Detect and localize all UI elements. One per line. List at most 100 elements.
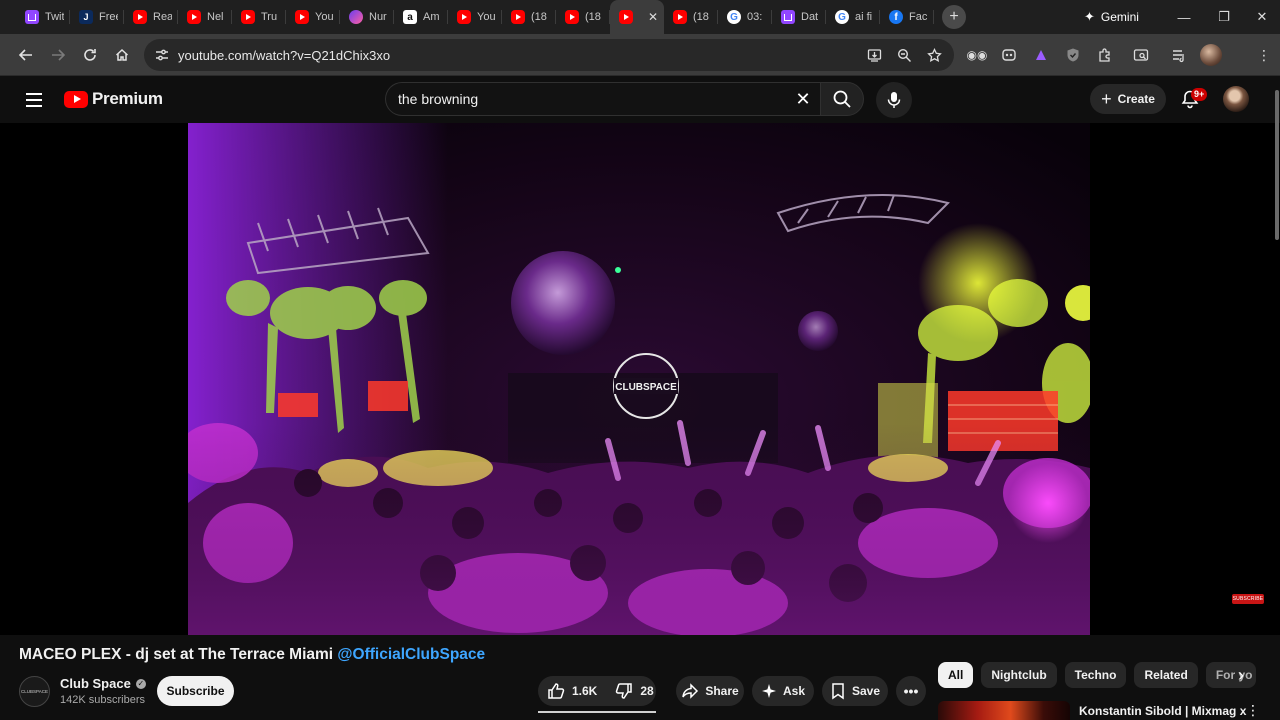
dislike-button[interactable]: 28 <box>606 676 662 706</box>
gemini-button[interactable]: ✦ Gemini <box>1076 5 1148 29</box>
nu-icon <box>349 10 363 24</box>
video-player[interactable]: CLUBSPACE <box>0 123 1280 635</box>
channel-name-text[interactable]: Club Space <box>60 676 131 691</box>
tab-title: You <box>315 11 334 23</box>
new-tab-button[interactable]: + <box>942 5 966 29</box>
browser-tab[interactable]: You <box>286 0 340 34</box>
chrome-profile-avatar[interactable] <box>1200 44 1222 66</box>
channel-avatar[interactable]: CLUBSPACE <box>19 676 50 707</box>
create-button[interactable]: + Create <box>1090 84 1166 114</box>
sparkle-icon <box>761 684 776 698</box>
close-tab-icon[interactable]: ✕ <box>648 10 658 24</box>
channel-mention-link[interactable]: @OfficialClubSpace <box>337 646 485 663</box>
page-scrollbar[interactable] <box>1275 90 1279 240</box>
subscriber-count: 142K subscribers <box>60 694 145 706</box>
twitch-icon <box>25 10 39 24</box>
browser-tab[interactable]: f Fac <box>880 0 934 34</box>
notification-badge: 9+ <box>1191 88 1208 101</box>
browser-tab[interactable]: (18 <box>664 0 718 34</box>
extension-ghost-icon[interactable] <box>998 44 1020 66</box>
youtube-icon <box>295 10 309 24</box>
browser-tab[interactable]: a Am <box>394 0 448 34</box>
tab-title: ai fi <box>855 11 873 23</box>
clubspace-logo-overlay: CLUBSPACE <box>615 382 677 393</box>
voice-search-button[interactable] <box>876 82 912 118</box>
extension-glasses-icon[interactable]: ◉◉ <box>966 44 988 66</box>
browser-tab[interactable]: G 03: <box>718 0 772 34</box>
install-app-icon[interactable] <box>864 45 884 65</box>
filter-chip[interactable]: Related <box>1134 662 1198 688</box>
search-box: ✕ <box>385 82 821 116</box>
zoom-icon[interactable] <box>894 45 914 65</box>
media-controls-icon[interactable] <box>1168 44 1190 66</box>
browser-tab[interactable]: Rea <box>124 0 178 34</box>
video-title: MACEO PLEX - dj set at The Terrace Miami… <box>19 646 485 664</box>
recommended-video-thumbnail[interactable] <box>938 701 1070 720</box>
site-info-icon[interactable] <box>152 45 172 65</box>
account-avatar[interactable] <box>1223 86 1249 112</box>
chevron-right-icon[interactable]: › <box>1228 662 1254 688</box>
reload-icon[interactable] <box>78 43 102 67</box>
address-bar[interactable]: youtube.com/watch?v=Q21dChix3xo <box>144 39 954 71</box>
extension-purple-icon[interactable] <box>1030 44 1052 66</box>
recommended-video-title[interactable]: Konstantin Sibold | Mixmag x <box>1079 704 1246 718</box>
share-label: Share <box>705 684 739 698</box>
browser-tab[interactable]: Gai fi <box>826 0 880 34</box>
bookmark-star-icon[interactable] <box>924 45 944 65</box>
browser-tab[interactable]: Nel <box>178 0 232 34</box>
share-arrow-icon <box>682 683 699 699</box>
twitch-icon <box>781 10 795 24</box>
video-title-text: MACEO PLEX - dj set at The Terrace Miami <box>19 646 338 663</box>
youtube-premium-logo[interactable]: Premium <box>64 89 163 109</box>
url-text[interactable]: youtube.com/watch?v=Q21dChix3xo <box>178 48 390 63</box>
like-count: 1.6K <box>572 684 598 698</box>
ask-button[interactable]: Ask <box>752 676 814 706</box>
tab-title: Tru <box>261 11 278 23</box>
channel-name[interactable]: Club Space ✓ <box>60 676 146 691</box>
share-button[interactable]: Share <box>676 676 744 706</box>
tab-title: (18 <box>585 11 601 23</box>
restore-button[interactable]: ❐ <box>1204 0 1244 34</box>
like-button[interactable]: 1.6K <box>538 676 606 706</box>
tab-title: 03: <box>747 11 763 23</box>
tab-title: Twit <box>45 11 64 23</box>
subscribe-watermark[interactable]: SUBSCRIBE <box>1232 594 1264 604</box>
video-frame[interactable]: CLUBSPACE <box>188 123 1090 635</box>
browser-tab[interactable]: (18 <box>556 0 610 34</box>
extensions-puzzle-icon[interactable] <box>1094 44 1116 66</box>
tab-title: (18 <box>531 11 547 23</box>
recommended-more-icon[interactable]: ⋮ <box>1246 702 1260 718</box>
browser-tab[interactable]: J Free <box>70 0 124 34</box>
filter-chip[interactable]: All <box>938 662 974 688</box>
related-filter-chips: All Nightclub Techno Related For yo <box>938 662 1257 688</box>
tab-search-icon[interactable] <box>1130 44 1152 66</box>
browser-tab[interactable]: Dat <box>772 0 826 34</box>
chrome-menu-icon[interactable]: ⋮ <box>1254 43 1274 67</box>
guide-menu-icon[interactable] <box>22 88 46 112</box>
ask-label: Ask <box>782 684 805 698</box>
home-icon[interactable] <box>110 43 134 67</box>
filter-chip[interactable]: Nightclub <box>981 662 1057 688</box>
like-dislike-group: 1.6K 28 <box>538 676 656 706</box>
forward-arrow-icon[interactable] <box>46 43 70 67</box>
browser-tab[interactable]: ✕ <box>610 0 664 34</box>
minimize-button[interactable]: — <box>1164 0 1204 34</box>
filter-chip[interactable]: Techno <box>1064 662 1127 688</box>
search-button[interactable] <box>820 82 864 116</box>
search-input[interactable] <box>398 91 778 107</box>
extension-shield-icon[interactable] <box>1062 44 1084 66</box>
microphone-icon <box>887 92 901 108</box>
more-actions-button[interactable]: ••• <box>896 676 926 706</box>
google-icon: G <box>727 10 741 24</box>
back-arrow-icon[interactable] <box>14 43 38 67</box>
clear-search-icon[interactable]: ✕ <box>793 89 813 109</box>
browser-tab[interactable]: Tru <box>232 0 286 34</box>
browser-tab[interactable]: (18 <box>502 0 556 34</box>
browser-tab[interactable]: You <box>448 0 502 34</box>
browser-tab[interactable]: Nur <box>340 0 394 34</box>
tab-title: Rea <box>153 11 172 23</box>
subscribe-button[interactable]: Subscribe <box>157 676 234 706</box>
save-button[interactable]: Save <box>822 676 888 706</box>
browser-tab[interactable]: Twit <box>16 0 70 34</box>
close-window-button[interactable]: ✕ <box>1242 0 1280 34</box>
